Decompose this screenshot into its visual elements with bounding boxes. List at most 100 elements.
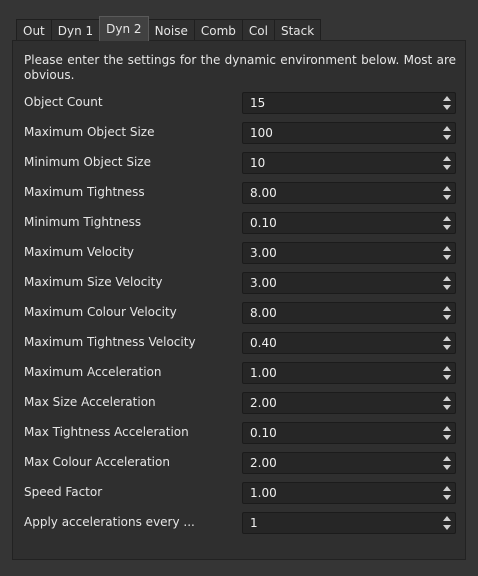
maximum-velocity-spinbox[interactable]: 3.00 (242, 242, 456, 264)
spinbox-value[interactable]: 8.00 (250, 186, 277, 200)
spin-down-arrow-icon[interactable] (441, 313, 453, 322)
max-tightness-acceleration-spinbox[interactable]: 0.10 (242, 422, 456, 444)
spin-down-arrow-icon[interactable] (441, 283, 453, 292)
spin-down-arrow-icon[interactable] (441, 463, 453, 472)
field-label: Maximum Velocity (24, 245, 135, 259)
field-label: Max Colour Acceleration (24, 455, 170, 469)
spinbox-value[interactable]: 3.00 (250, 246, 277, 260)
spin-down-arrow-icon[interactable] (441, 163, 453, 172)
field-label: Maximum Colour Velocity (24, 305, 177, 319)
field-label: Maximum Object Size (24, 125, 155, 139)
field-label: Maximum Tightness Velocity (24, 335, 196, 349)
field-row-maximum-tightness-velocity: Maximum Tightness Velocity 0.40 (24, 332, 456, 354)
spin-down-arrow-icon[interactable] (441, 223, 453, 232)
spin-down-arrow-icon[interactable] (441, 343, 453, 352)
maximum-acceleration-spinbox[interactable]: 1.00 (242, 362, 456, 384)
spin-up-arrow-icon[interactable] (441, 394, 453, 403)
maximum-object-size-spinbox[interactable]: 100 (242, 122, 456, 144)
minimum-tightness-spinbox[interactable]: 0.10 (242, 212, 456, 234)
spin-up-arrow-icon[interactable] (441, 364, 453, 373)
spinbox-value[interactable]: 10 (250, 156, 265, 170)
spinbox-value[interactable]: 8.00 (250, 306, 277, 320)
spin-up-arrow-icon[interactable] (441, 424, 453, 433)
tab-stack[interactable]: Stack (273, 19, 322, 41)
field-row-minimum-object-size: Minimum Object Size 10 (24, 152, 456, 174)
field-label: Maximum Acceleration (24, 365, 162, 379)
max-colour-acceleration-spinbox[interactable]: 2.00 (242, 452, 456, 474)
field-row-maximum-size-velocity: Maximum Size Velocity 3.00 (24, 272, 456, 294)
spinbox-value[interactable]: 100 (250, 126, 273, 140)
field-row-maximum-colour-velocity: Maximum Colour Velocity 8.00 (24, 302, 456, 324)
spinbox-value[interactable]: 1.00 (250, 486, 277, 500)
field-row-max-size-acceleration: Max Size Acceleration 2.00 (24, 392, 456, 414)
speed-factor-spinbox[interactable]: 1.00 (242, 482, 456, 504)
spinbox-value[interactable]: 0.40 (250, 336, 277, 350)
tab-noise[interactable]: Noise (147, 19, 195, 41)
tab-col[interactable]: Col (241, 19, 275, 41)
intro-text: Please enter the settings for the dynami… (24, 53, 456, 82)
spin-up-arrow-icon[interactable] (441, 304, 453, 313)
spin-up-arrow-icon[interactable] (441, 154, 453, 163)
field-row-minimum-tightness: Minimum Tightness 0.10 (24, 212, 456, 234)
field-label: Object Count (24, 95, 103, 109)
spin-up-arrow-icon[interactable] (441, 124, 453, 133)
settings-panel: Please enter the settings for the dynami… (12, 40, 466, 560)
spin-down-arrow-icon[interactable] (441, 103, 453, 112)
apply-accelerations-every-spinbox[interactable]: 1 (242, 512, 456, 534)
tab-comb[interactable]: Comb (193, 19, 243, 41)
field-row-maximum-acceleration: Maximum Acceleration 1.00 (24, 362, 456, 384)
maximum-colour-velocity-spinbox[interactable]: 8.00 (242, 302, 456, 324)
maximum-tightness-velocity-spinbox[interactable]: 0.40 (242, 332, 456, 354)
field-label: Max Tightness Acceleration (24, 425, 189, 439)
spinbox-value[interactable]: 1 (250, 516, 258, 530)
spin-down-arrow-icon[interactable] (441, 403, 453, 412)
field-label: Apply accelerations every ... (24, 515, 195, 529)
spin-up-arrow-icon[interactable] (441, 214, 453, 223)
spin-up-arrow-icon[interactable] (441, 334, 453, 343)
field-label: Minimum Object Size (24, 155, 151, 169)
spin-down-arrow-icon[interactable] (441, 133, 453, 142)
field-label: Maximum Tightness (24, 185, 145, 199)
field-row-maximum-tightness: Maximum Tightness 8.00 (24, 182, 456, 204)
dynamic-environment-window: Out Dyn 1 Dyn 2 Noise Comb Col Stack Ple… (0, 0, 478, 576)
tab-out[interactable]: Out (16, 19, 52, 41)
spinbox-value[interactable]: 2.00 (250, 396, 277, 410)
spin-up-arrow-icon[interactable] (441, 454, 453, 463)
spin-up-arrow-icon[interactable] (441, 484, 453, 493)
object-count-spinbox[interactable]: 15 (242, 92, 456, 114)
spin-down-arrow-icon[interactable] (441, 493, 453, 502)
spinbox-value[interactable]: 0.10 (250, 216, 277, 230)
field-row-object-count: Object Count 15 (24, 92, 456, 114)
spin-down-arrow-icon[interactable] (441, 373, 453, 382)
spinbox-value[interactable]: 0.10 (250, 426, 277, 440)
spin-down-arrow-icon[interactable] (441, 253, 453, 262)
field-row-max-colour-acceleration: Max Colour Acceleration 2.00 (24, 452, 456, 474)
spin-down-arrow-icon[interactable] (441, 193, 453, 202)
tab-bar: Out Dyn 1 Dyn 2 Noise Comb Col Stack (16, 16, 322, 41)
spinbox-value[interactable]: 15 (250, 96, 265, 110)
minimum-object-size-spinbox[interactable]: 10 (242, 152, 456, 174)
spin-up-arrow-icon[interactable] (441, 244, 453, 253)
spin-up-arrow-icon[interactable] (441, 514, 453, 523)
field-row-maximum-object-size: Maximum Object Size 100 (24, 122, 456, 144)
spinbox-value[interactable]: 1.00 (250, 366, 277, 380)
spinbox-value[interactable]: 2.00 (250, 456, 277, 470)
maximum-tightness-spinbox[interactable]: 8.00 (242, 182, 456, 204)
field-row-max-tightness-acceleration: Max Tightness Acceleration 0.10 (24, 422, 456, 444)
field-row-maximum-velocity: Maximum Velocity 3.00 (24, 242, 456, 264)
spin-up-arrow-icon[interactable] (441, 274, 453, 283)
max-size-acceleration-spinbox[interactable]: 2.00 (242, 392, 456, 414)
field-label: Minimum Tightness (24, 215, 142, 229)
field-label: Speed Factor (24, 485, 103, 499)
tab-dyn-1[interactable]: Dyn 1 (50, 19, 101, 41)
spin-down-arrow-icon[interactable] (441, 433, 453, 442)
spin-down-arrow-icon[interactable] (441, 523, 453, 532)
spin-up-arrow-icon[interactable] (441, 94, 453, 103)
field-label: Maximum Size Velocity (24, 275, 163, 289)
tab-dyn-2[interactable]: Dyn 2 (99, 16, 149, 41)
field-row-apply-accelerations-every: Apply accelerations every ... 1 (24, 512, 456, 534)
spin-up-arrow-icon[interactable] (441, 184, 453, 193)
maximum-size-velocity-spinbox[interactable]: 3.00 (242, 272, 456, 294)
field-label: Max Size Acceleration (24, 395, 156, 409)
spinbox-value[interactable]: 3.00 (250, 276, 277, 290)
